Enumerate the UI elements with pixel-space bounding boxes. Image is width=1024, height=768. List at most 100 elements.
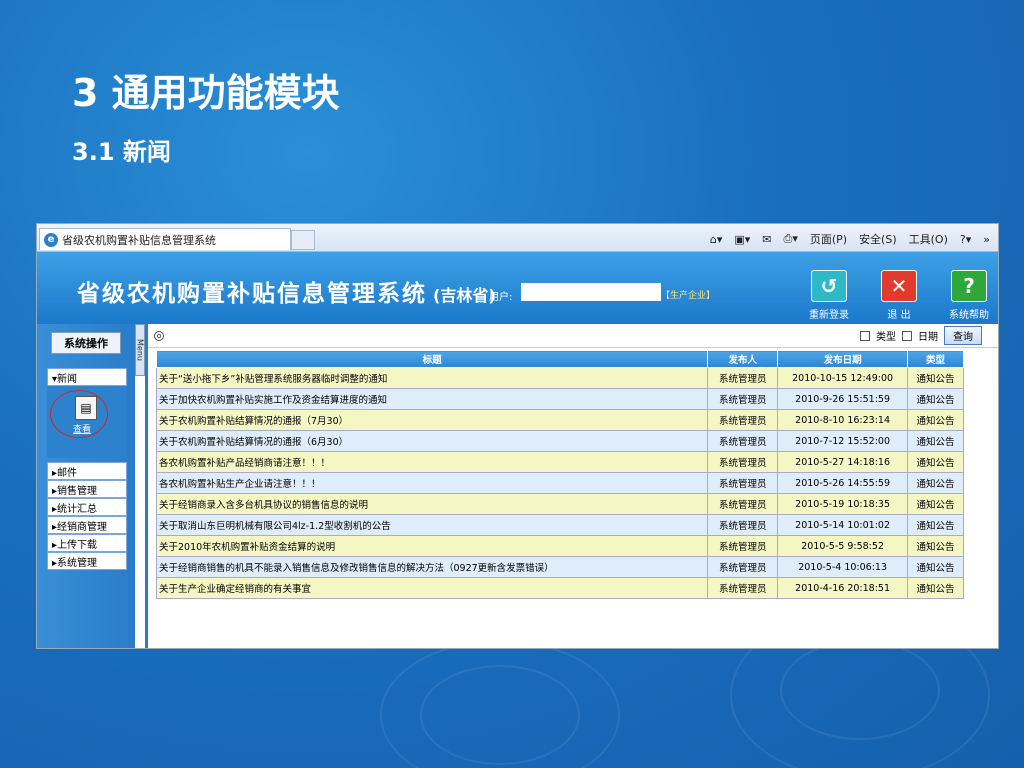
cell-title[interactable]: 关于加快农机购置补贴实施工作及资金结算进度的通知	[155, 388, 709, 410]
background-ripple	[420, 665, 580, 765]
feeds-icon[interactable]: ▣▾	[734, 233, 750, 246]
sidebar-item-upload[interactable]: ▸上传下载	[47, 534, 127, 552]
cell-title[interactable]: 各农机购置补贴产品经销商请注意！！！	[155, 451, 709, 473]
help-button[interactable]: ? 系统帮助	[939, 270, 998, 321]
table-row[interactable]: 关于取消山东巨明机械有限公司4lz-1.2型收割机的公告 系统管理员 2010-5-…	[155, 514, 964, 536]
type-checkbox[interactable]	[860, 330, 870, 341]
table-row[interactable]: 关于经销商销售的机具不能录入销售信息及修改销售信息的解决方法（0927更新含发票…	[155, 556, 964, 578]
table-row[interactable]: 关于“送小拖下乡”补贴管理系统服务器临时调整的通知 系统管理员 2010-10-15…	[155, 367, 964, 389]
cell-publisher: 系统管理员	[707, 367, 779, 389]
cell-type: 通知公告	[907, 409, 964, 431]
app-header: 省级农机购置补贴信息管理系统 (吉林省) 用户: 【生产企业】 ↺ 重新登录 ✕ …	[37, 252, 998, 324]
date-checkbox[interactable]	[902, 330, 912, 341]
cell-publisher: 系统管理员	[707, 472, 779, 494]
header-type[interactable]: 类型	[907, 350, 964, 368]
table-row[interactable]: 关于2010年农机购置补贴资金结算的说明 系统管理员 2010-5-5 9:58:5…	[155, 535, 964, 557]
app-title-text: 省级农机购置补贴信息管理系统	[77, 281, 427, 307]
header-title[interactable]: 标题	[155, 350, 709, 368]
document-icon[interactable]: ▤	[75, 396, 97, 420]
cell-date: 2010-10-15 12:49:00	[777, 367, 909, 389]
cell-publisher: 系统管理员	[707, 451, 779, 473]
header-date[interactable]: 发布日期	[777, 350, 909, 368]
cell-title[interactable]: 关于农机购置补贴结算情况的通报（6月30）	[155, 430, 709, 452]
news-table: 标题 发布人 发布日期 类型 关于“送小拖下乡”补贴管理系统服务器临时调整的通知…	[155, 350, 964, 599]
relogin-label: 重新登录	[809, 310, 849, 321]
cell-type: 通知公告	[907, 388, 964, 410]
browser-tab[interactable]: e 省级农机购置补贴信息管理系统	[39, 228, 291, 250]
home-icon[interactable]: ⌂▾	[710, 233, 723, 246]
cell-type: 通知公告	[907, 556, 964, 578]
cell-type: 通知公告	[907, 430, 964, 452]
cell-publisher: 系统管理员	[707, 535, 779, 557]
cell-date: 2010-5-26 14:55:59	[777, 472, 909, 494]
cell-type: 通知公告	[907, 472, 964, 494]
cell-title[interactable]: 关于取消山东巨明机械有限公司4lz-1.2型收割机的公告	[155, 514, 709, 536]
menu-safety[interactable]: 安全(S)	[859, 231, 897, 247]
cell-date: 2010-8-10 16:23:14	[777, 409, 909, 431]
province-label: (吉林省)	[433, 286, 496, 305]
cell-title[interactable]: 关于2010年农机购置补贴资金结算的说明	[155, 535, 709, 557]
print-icon[interactable]: ⎙▾	[784, 232, 798, 246]
menu-page[interactable]: 页面(P)	[810, 231, 847, 247]
cell-title[interactable]: 关于“送小拖下乡”补贴管理系统服务器临时调整的通知	[155, 367, 709, 389]
cell-date: 2010-9-26 15:51:59	[777, 388, 909, 410]
help-icon[interactable]: ?▾	[960, 233, 971, 246]
sidebar-item-statistics[interactable]: ▸统计汇总	[47, 498, 127, 516]
cell-date: 2010-7-12 15:52:00	[777, 430, 909, 452]
main-content: o 类型 日期 查询 标题 发布人 发布日期 类型 关于“送小拖下乡”补贴管理系…	[145, 324, 998, 648]
cell-title[interactable]: 关于生产企业确定经销商的有关事宜	[155, 577, 709, 599]
sidebar-item-news[interactable]: ▾新闻	[47, 368, 127, 386]
app-body: 系统操作 ▾新闻 ▤ 查看 ▸邮件 ▸销售管理 ▸统计汇总 ▸经销商管理 ▸上传…	[37, 324, 998, 648]
query-button[interactable]: 查询	[944, 326, 982, 345]
menu-collapse-tab[interactable]: Menu	[135, 324, 145, 376]
logout-label: 退 出	[887, 310, 911, 321]
relogin-icon: ↺	[811, 270, 847, 302]
sidebar-item-system[interactable]: ▸系统管理	[47, 552, 127, 570]
cell-title[interactable]: 各农机购置补贴生产企业请注意！！！	[155, 472, 709, 494]
cell-publisher: 系统管理员	[707, 430, 779, 452]
cell-date: 2010-4-16 20:18:51	[777, 577, 909, 599]
table-header-row: 标题 发布人 发布日期 类型	[155, 350, 964, 368]
cell-date: 2010-5-5 9:58:52	[777, 535, 909, 557]
view-link[interactable]: 查看	[73, 422, 91, 435]
table-row[interactable]: 各农机购置补贴生产企业请注意！！！ 系统管理员 2010-5-26 14:55:59…	[155, 472, 964, 494]
app-title: 省级农机购置补贴信息管理系统 (吉林省)	[77, 274, 496, 308]
relogin-button[interactable]: ↺ 重新登录	[799, 270, 859, 321]
cell-type: 通知公告	[907, 367, 964, 389]
cell-title[interactable]: 关于经销商销售的机具不能录入销售信息及修改销售信息的解决方法（0927更新含发票…	[155, 556, 709, 578]
user-label: 用户:	[489, 292, 513, 303]
background-ripple	[780, 640, 940, 740]
menu-tools[interactable]: 工具(O)	[909, 231, 948, 247]
cell-publisher: 系统管理员	[707, 577, 779, 599]
table-row[interactable]: 关于经销商录入含多台机具协议的销售信息的说明 系统管理员 2010-5-19 10:…	[155, 493, 964, 515]
sidebar-item-mail[interactable]: ▸邮件	[47, 462, 127, 480]
more-icon[interactable]: »	[983, 233, 990, 246]
cell-publisher: 系统管理员	[707, 556, 779, 578]
table-row[interactable]: 各农机购置补贴产品经销商请注意！！！ 系统管理员 2010-5-27 14:18:1…	[155, 451, 964, 473]
refresh-icon[interactable]: o	[154, 331, 164, 341]
filter-toolbar: o 类型 日期 查询	[148, 324, 998, 348]
cell-type: 通知公告	[907, 535, 964, 557]
mail-icon[interactable]: ✉	[762, 233, 771, 246]
cell-title[interactable]: 关于农机购置补贴结算情况的通报（7月30）	[155, 409, 709, 431]
cell-date: 2010-5-27 14:18:16	[777, 451, 909, 473]
logout-button[interactable]: ✕ 退 出	[869, 270, 929, 321]
cell-publisher: 系统管理员	[707, 514, 779, 536]
header-publisher[interactable]: 发布人	[707, 350, 779, 368]
table-row[interactable]: 关于农机购置补贴结算情况的通报（6月30） 系统管理员 2010-7-12 15:5…	[155, 430, 964, 452]
sidebar: 系统操作 ▾新闻 ▤ 查看 ▸邮件 ▸销售管理 ▸统计汇总 ▸经销商管理 ▸上传…	[37, 324, 135, 648]
cell-date: 2010-5-14 10:01:02	[777, 514, 909, 536]
user-role: 【生产企业】	[661, 291, 716, 301]
cell-type: 通知公告	[907, 577, 964, 599]
cell-publisher: 系统管理员	[707, 493, 779, 515]
cell-date: 2010-5-19 10:18:35	[777, 493, 909, 515]
table-row[interactable]: 关于农机购置补贴结算情况的通报（7月30） 系统管理员 2010-8-10 16:2…	[155, 409, 964, 431]
sidebar-item-sales[interactable]: ▸销售管理	[47, 480, 127, 498]
new-tab-button[interactable]	[291, 230, 315, 250]
cell-title[interactable]: 关于经销商录入含多台机具协议的销售信息的说明	[155, 493, 709, 515]
sidebar-item-dealers[interactable]: ▸经销商管理	[47, 516, 127, 534]
table-row[interactable]: 关于生产企业确定经销商的有关事宜 系统管理员 2010-4-16 20:18:51 通…	[155, 577, 964, 599]
table-row[interactable]: 关于加快农机购置补贴实施工作及资金结算进度的通知 系统管理员 2010-9-26 1…	[155, 388, 964, 410]
ie-icon: e	[44, 232, 58, 247]
system-operation-button[interactable]: 系统操作	[51, 332, 121, 354]
